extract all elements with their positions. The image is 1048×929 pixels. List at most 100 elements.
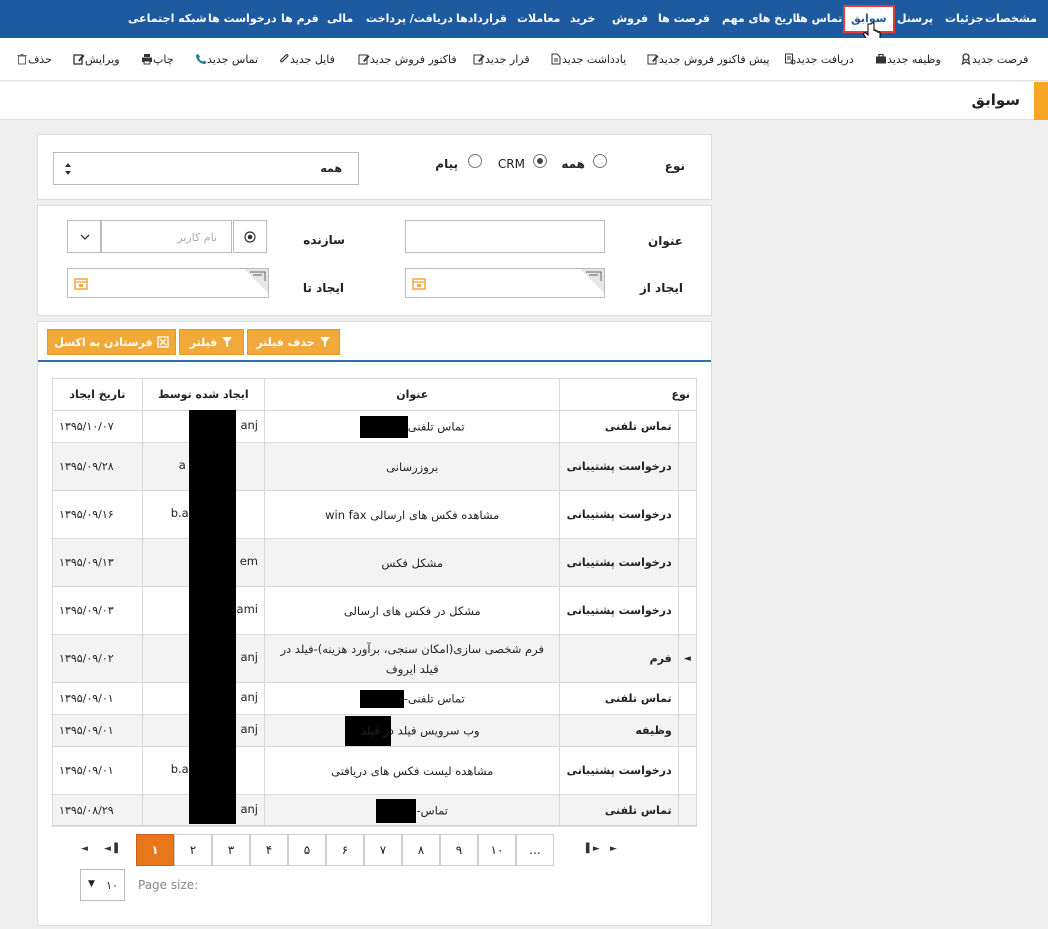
page-4[interactable]: ۴ — [250, 834, 288, 866]
redaction-block — [359, 415, 408, 438]
next-page-icon[interactable]: ► — [610, 844, 617, 854]
table-row[interactable]: درخواست پشتیبانی مشکل فکس em ۱۳۹۵/۰۹/۱۳ — [52, 538, 698, 587]
page-5[interactable]: ۵ — [288, 834, 326, 866]
table-row[interactable]: درخواست پشتیبانی مشاهده فکس های ارسالی w… — [52, 490, 698, 539]
prev-page-icon[interactable]: ◄ — [81, 844, 88, 854]
table-row[interactable]: درخواست پشتیبانی بروزرسانی a var ۱۳۹۵/۰۹… — [52, 442, 698, 491]
chevron-down-icon — [80, 234, 90, 240]
page-9[interactable]: ۹ — [440, 834, 478, 866]
cell-created-date: ۱۳۹۵/۱۰/۰۷ — [52, 410, 143, 443]
print-button[interactable]: چاپ — [138, 52, 174, 68]
new-receipt-button[interactable]: دریافت جدید — [781, 52, 854, 68]
nav-item-social-network[interactable]: شبکه اجتماعی — [128, 0, 207, 38]
nav-item-contacts[interactable]: تماس ها — [796, 0, 842, 38]
created-from-label: ایجاد از — [639, 281, 683, 295]
briefcase-icon — [876, 53, 886, 64]
radio-message[interactable] — [468, 154, 482, 168]
cell-title: مشاهده لیست فکس های دریافتی — [263, 746, 561, 795]
export-excel-button[interactable]: فرستادن به اکسل — [47, 329, 176, 355]
row-expander[interactable] — [678, 586, 698, 635]
new-task-button[interactable]: وظیفه جدید — [872, 52, 941, 68]
cell-type: درخواست پشتیبانی — [559, 586, 679, 635]
pager-divider — [52, 825, 697, 826]
edit-icon — [473, 54, 485, 65]
col-header-created-date[interactable]: تاریخ ایجاد — [52, 378, 143, 411]
table-row[interactable]: ◄ فرم فرم شخصی سازی(امکان سنجی، برآورد ه… — [52, 634, 698, 683]
filter-button[interactable]: فیلتر — [179, 329, 244, 355]
table-row[interactable]: تماس تلفنی تماس تلفنی- anj ۱۳۹۵/۰۹/۰۱ — [52, 682, 698, 715]
row-expander[interactable] — [678, 442, 698, 491]
page-2[interactable]: ۲ — [174, 834, 212, 866]
nav-item-sales[interactable]: فروش — [612, 0, 648, 38]
page-1[interactable]: ۱ — [136, 834, 174, 866]
radio-all[interactable] — [593, 154, 607, 168]
nav-item-contracts[interactable]: قراردادها — [456, 0, 507, 38]
col-header-type[interactable]: نوع — [559, 378, 697, 411]
page-8[interactable]: ۸ — [402, 834, 440, 866]
nav-item-personnel[interactable]: پرسنل — [897, 0, 933, 38]
new-proforma-button[interactable]: پیش فاکتور فروش جدید — [644, 52, 770, 68]
page-3[interactable]: ۳ — [212, 834, 250, 866]
cell-type: وظیفه — [559, 714, 679, 747]
row-expander[interactable] — [678, 538, 698, 587]
user-picker-button[interactable] — [233, 220, 267, 253]
new-sales-invoice-button[interactable]: فاکتور فروش جدید — [355, 52, 457, 68]
new-appointment-button[interactable]: قرار جدید — [470, 52, 530, 68]
clear-filter-button[interactable]: حذف فیلتر — [247, 329, 340, 355]
filter-icon — [222, 337, 233, 347]
edit-button[interactable]: ویرایش — [70, 52, 120, 68]
row-expander[interactable] — [678, 682, 698, 715]
row-expander[interactable] — [678, 794, 698, 827]
cell-created-date: ۱۳۹۵/۰۹/۰۱ — [52, 714, 143, 747]
type-label: نوع — [664, 159, 685, 173]
table-row[interactable]: تماس تلفنی تماس تلفنی anj ۱۳۹۵/۱۰/۰۷ — [52, 410, 698, 443]
col-header-created-by[interactable]: ایجاد شده توسط — [141, 378, 265, 411]
action-toolbar: فرصت جدید وظیفه جدید دریافت جدید پیش فاک… — [0, 38, 1048, 81]
nav-item-deals[interactable]: معاملات — [517, 0, 560, 38]
nav-item-forms[interactable]: فرم ها — [281, 0, 319, 38]
table-row[interactable]: درخواست پشتیبانی مشکل در فکس های ارسالی … — [52, 586, 698, 635]
cell-created-date: ۱۳۹۵/۰۹/۰۱ — [52, 746, 143, 795]
new-contact-button[interactable]: تماس جدید — [192, 52, 258, 68]
title-input[interactable] — [405, 220, 605, 253]
radio-crm-label: CRM — [497, 157, 525, 171]
created-from-date-input[interactable] — [405, 268, 605, 298]
page-10[interactable]: ۱۰ — [478, 834, 516, 866]
username-input[interactable]: نام کاربر — [101, 220, 232, 253]
row-expander[interactable] — [678, 410, 698, 443]
page-6[interactable]: ۶ — [326, 834, 364, 866]
edit-icon — [358, 54, 370, 65]
nav-item-finance[interactable]: مالی — [327, 0, 353, 38]
new-note-button[interactable]: یادداشت جدید — [547, 52, 626, 68]
nav-item-requests[interactable]: درخواست ها — [208, 0, 277, 38]
nav-item-important-dates[interactable]: تاریخ های مهم — [722, 0, 801, 38]
col-header-title[interactable]: عنوان — [263, 378, 561, 411]
delete-button[interactable]: حذف — [13, 52, 52, 68]
redaction-block — [376, 798, 417, 823]
new-opportunity-button[interactable]: فرصت جدید — [957, 52, 1028, 68]
nav-item-details[interactable]: مشخصات — [985, 0, 1037, 38]
first-page-icon[interactable]: ▐◄ — [104, 844, 118, 854]
nav-item-purchase[interactable]: خرید — [570, 0, 595, 38]
row-expander[interactable] — [678, 746, 698, 795]
row-expander[interactable]: ◄ — [678, 634, 698, 683]
new-file-button[interactable]: فایل جدید — [275, 52, 335, 68]
table-row[interactable]: وظیفه وب سرویس فیلد در فیلد anj ۱۳۹۵/۰۹/… — [52, 714, 698, 747]
last-page-icon[interactable]: ►▌ — [586, 844, 600, 854]
nav-item-particulars[interactable]: جزئیات — [945, 0, 984, 38]
nav-item-receive-pay[interactable]: دریافت/ پرداخت — [366, 0, 453, 38]
cell-title: وب سرویس فیلد در فیلد — [263, 714, 561, 747]
table-row[interactable]: درخواست پشتیبانی مشاهده لیست فکس های دری… — [52, 746, 698, 795]
user-dropdown-button[interactable] — [67, 220, 101, 253]
page-size-select[interactable]: ۱۰ ▼ — [80, 869, 125, 901]
type-select[interactable]: همه — [53, 152, 359, 185]
table-row[interactable]: تماس تلفنی تماس- anj ۱۳۹۵/۰۸/۲۹ — [52, 794, 698, 827]
page-7[interactable]: ۷ — [364, 834, 402, 866]
row-expander[interactable] — [678, 490, 698, 539]
nav-item-opportunities[interactable]: فرصت ها — [658, 0, 710, 38]
cell-created-date: ۱۳۹۵/۰۸/۲۹ — [52, 794, 143, 827]
created-to-date-input[interactable] — [67, 268, 269, 298]
radio-crm[interactable] — [533, 154, 547, 168]
row-expander[interactable] — [678, 714, 698, 747]
page-more[interactable]: ... — [516, 834, 554, 866]
